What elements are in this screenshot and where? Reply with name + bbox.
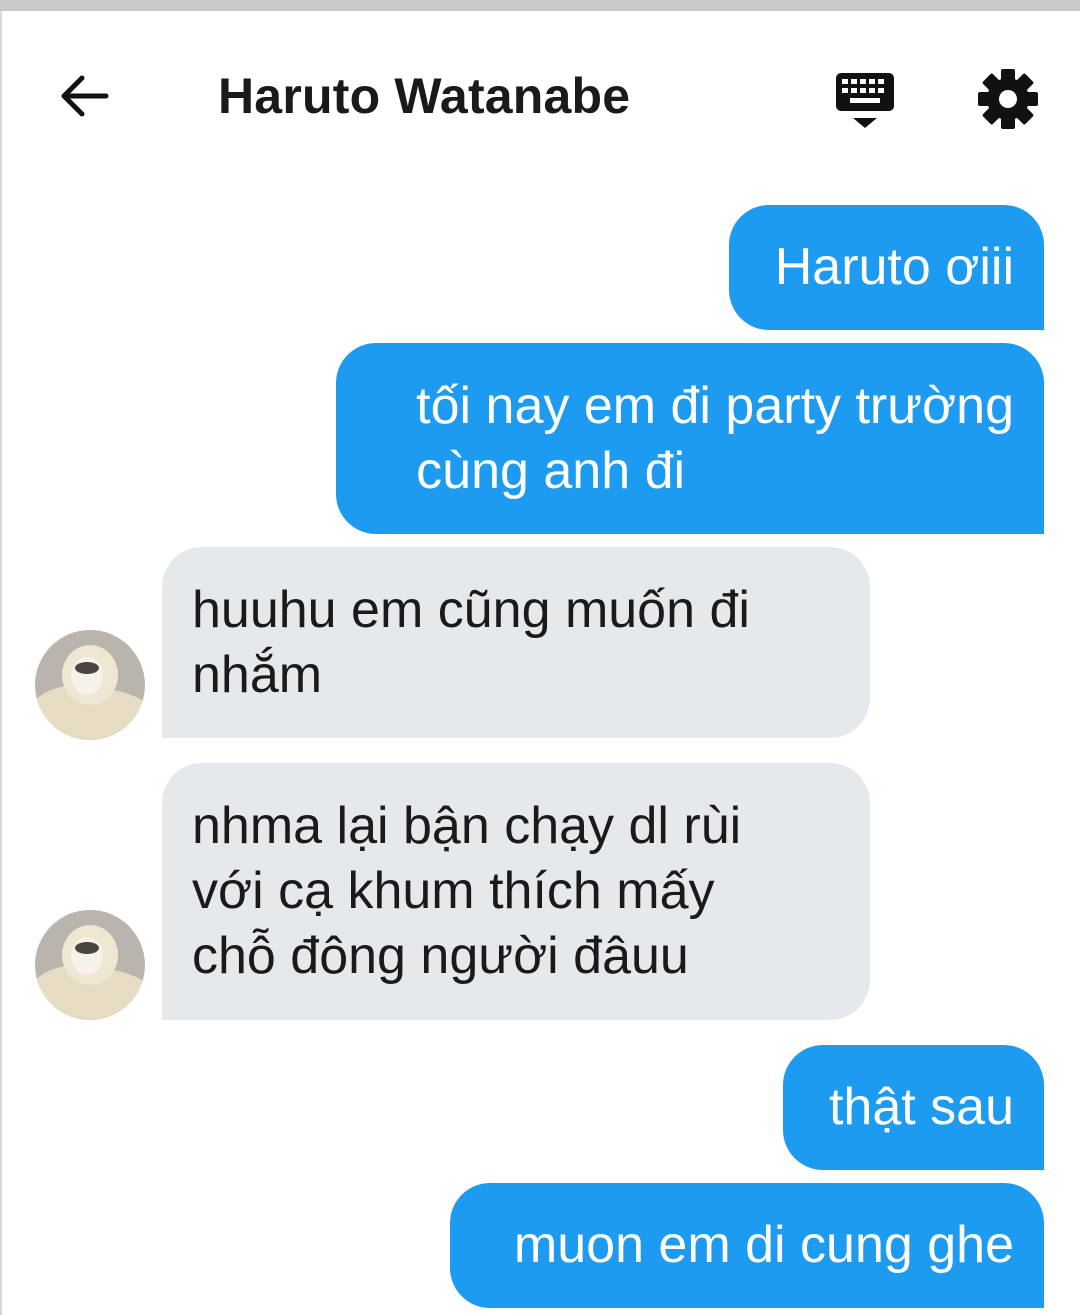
keyboard-toggle-button[interactable]	[830, 71, 900, 133]
arrow-left-icon	[61, 75, 109, 117]
message-bubble-outgoing[interactable]: muon em di cung ghe	[450, 1183, 1044, 1308]
settings-button[interactable]	[976, 67, 1040, 131]
message-bubble-outgoing[interactable]: tối nay em đi party trường cùng anh đi	[336, 343, 1044, 534]
contact-avatar[interactable]	[35, 910, 145, 1020]
back-button[interactable]	[54, 71, 114, 121]
message-bubble-outgoing[interactable]: Haruto ơiii	[729, 205, 1044, 330]
contact-avatar[interactable]	[35, 630, 145, 740]
message-bubble-incoming[interactable]: nhma lại bận chạy dl rùi với cạ khum thí…	[162, 763, 870, 1020]
conversation-title: Haruto Watanabe	[218, 68, 631, 124]
chat-header: Haruto Watanabe	[0, 11, 1080, 181]
gear-icon	[978, 69, 1038, 129]
message-bubble-incoming[interactable]: huuhu em cũng muốn đi nhắm	[162, 547, 870, 738]
avatar-photo	[35, 910, 145, 1020]
message-bubble-outgoing[interactable]: thật sau	[783, 1045, 1044, 1170]
avatar-photo	[35, 630, 145, 740]
keyboard-hide-icon	[836, 73, 894, 128]
screen-edge	[0, 11, 2, 1315]
status-bar-strip	[0, 0, 1080, 11]
